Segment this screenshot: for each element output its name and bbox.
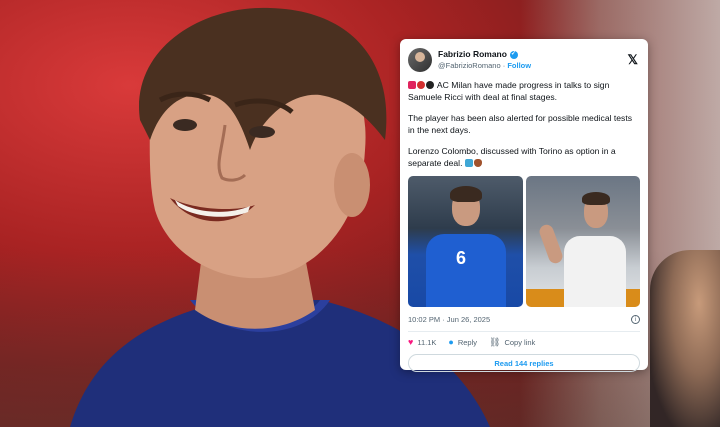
- alarm-emoji-icon: [408, 81, 416, 89]
- hair-shape: [581, 192, 610, 205]
- jersey-shape: [426, 234, 506, 307]
- jersey-shape: [563, 236, 626, 307]
- author-name[interactable]: Fabrizio Romano: [438, 49, 507, 60]
- media-image-torino-player[interactable]: [525, 176, 640, 307]
- reply-label: Reply: [457, 337, 478, 347]
- heart-icon: ♥: [408, 337, 414, 347]
- black-circle-emoji-icon: [426, 81, 434, 89]
- red-circle-emoji-icon: [417, 81, 425, 89]
- like-button[interactable]: ♥ 11.1K: [408, 337, 436, 347]
- timestamp[interactable]: 10:02 PM · Jun 26, 2025: [408, 315, 490, 324]
- author-info: Fabrizio Romano @FabrizioRomano · Follow: [438, 49, 531, 71]
- paragraph-text: Lorenzo Colombo, discussed with Torino a…: [408, 146, 616, 168]
- follow-button[interactable]: Follow: [507, 61, 531, 70]
- globe-emoji-icon: [464, 159, 473, 167]
- info-icon[interactable]: i: [631, 314, 640, 324]
- paragraph-text: AC Milan have made progress in talks to …: [408, 80, 610, 102]
- copy-link-label: Copy link: [504, 337, 536, 347]
- paragraph-text: The player has been also alerted for pos…: [408, 113, 633, 135]
- tweet-paragraph-2: The player has been also alerted for pos…: [408, 112, 640, 136]
- tweet-card[interactable]: Fabrizio Romano @FabrizioRomano · Follow…: [400, 39, 648, 372]
- tweet-paragraph-1: AC Milan have made progress in talks to …: [408, 79, 640, 103]
- tweet-paragraph-3: Lorenzo Colombo, discussed with Torino a…: [408, 145, 640, 169]
- jersey-number: 6: [456, 248, 467, 268]
- tweet-header: Fabrizio Romano @FabrizioRomano · Follow…: [408, 45, 640, 75]
- arm-shape: [537, 222, 564, 266]
- tweet-actions: ♥ 11.1K ● Reply ⛓ Copy link: [408, 336, 640, 348]
- x-logo-icon[interactable]: 𝕏: [628, 52, 638, 68]
- avatar[interactable]: [408, 48, 432, 72]
- verified-icon: [509, 49, 518, 60]
- like-count: 11.1K: [417, 337, 437, 347]
- link-icon: ⛓: [489, 336, 501, 347]
- reply-icon: ●: [448, 337, 454, 347]
- author-handle[interactable]: @FabrizioRomano: [438, 61, 501, 70]
- background-person: [650, 250, 720, 427]
- copy-link-button[interactable]: ⛓ Copy link: [489, 337, 535, 348]
- read-replies-button[interactable]: Read 144 replies: [408, 354, 640, 372]
- media-image-italy-player[interactable]: 6: [408, 176, 523, 307]
- tweet-media: 6: [408, 176, 640, 307]
- hair-shape: [450, 186, 482, 202]
- bull-emoji-icon: [473, 159, 482, 167]
- divider: [408, 331, 640, 332]
- tweet-text: AC Milan have made progress in talks to …: [408, 79, 640, 169]
- reply-button[interactable]: ● Reply: [448, 337, 477, 347]
- tweet-meta: 10:02 PM · Jun 26, 2025 i: [408, 313, 640, 325]
